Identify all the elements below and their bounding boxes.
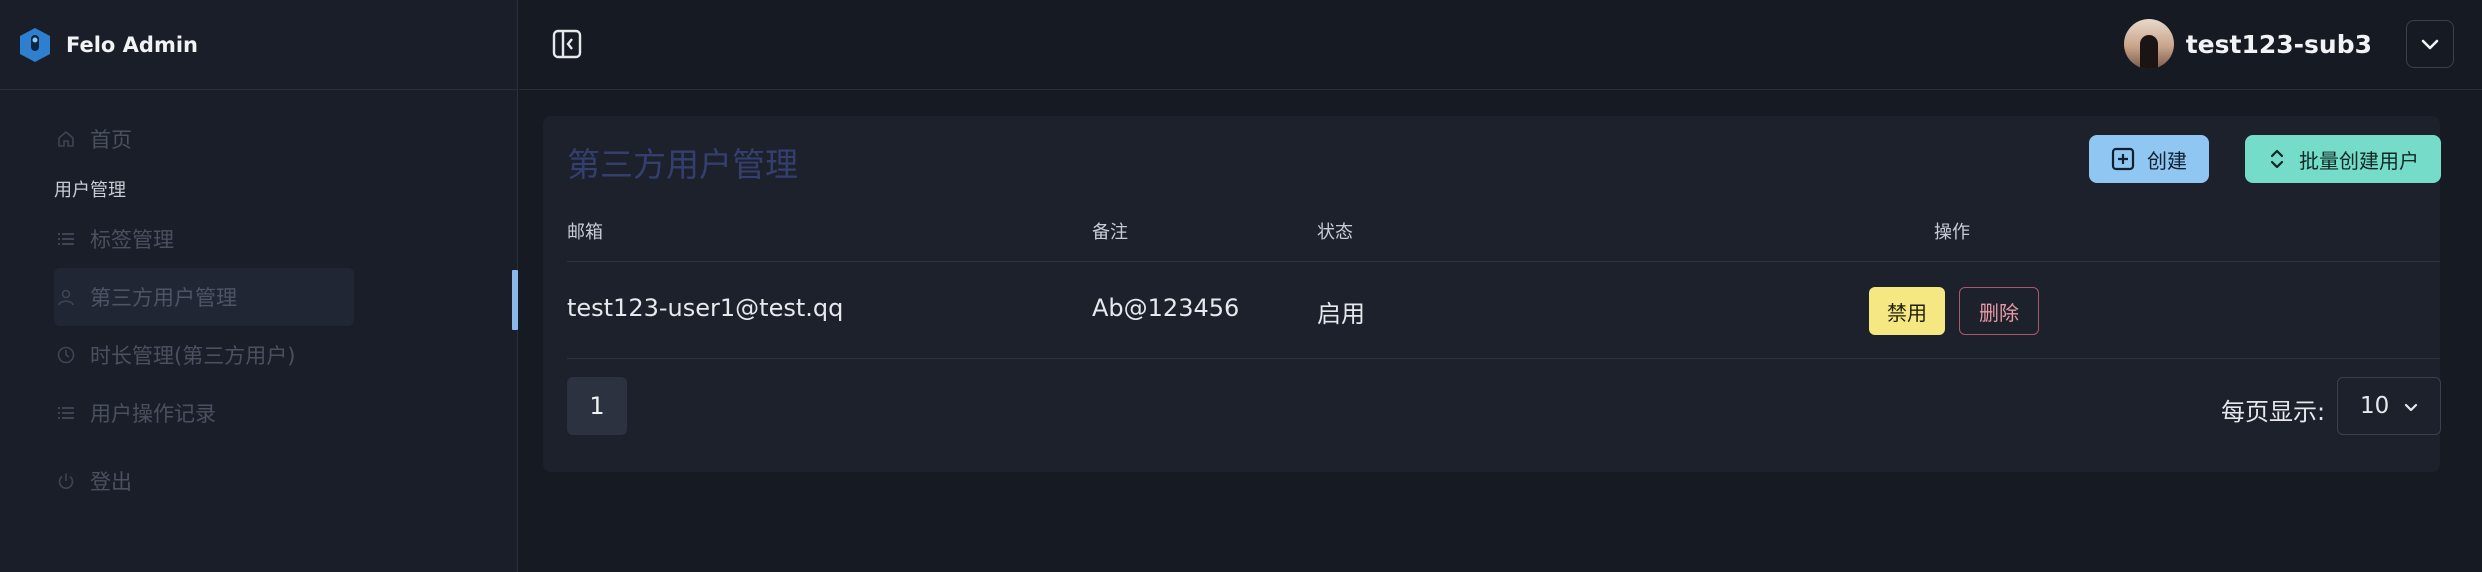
table-header-divider [567,261,2440,262]
clock-icon [56,345,76,365]
per-page-value: 10 [2360,393,2390,419]
brand-name: Felo Admin [66,32,198,57]
batch-create-button[interactable]: 批量创建用户 [2245,135,2441,183]
sidebar-item-duration-management[interactable]: 时长管理(第三方用户) [54,326,354,384]
sidebar-item-label: 首页 [90,128,132,152]
create-button-label: 创建 [2147,148,2187,173]
top-header: test123-sub3 [519,0,2482,90]
chevron-down-icon [2402,398,2420,416]
delete-button[interactable]: 删除 [1959,287,2039,335]
chevron-up-down-icon [2267,147,2287,171]
home-icon [56,129,76,149]
sidebar-collapse-icon [552,29,582,59]
sidebar-item-logout[interactable]: 登出 [54,452,354,510]
column-header-actions: 操作 [1934,222,1970,243]
list-icon [56,403,76,423]
avatar [2123,19,2174,69]
sidebar-item-third-party-users[interactable]: 第三方用户管理 [54,268,354,326]
felo-logo-icon [20,27,50,62]
brand[interactable]: Felo Admin [0,0,517,90]
sidebar-item-label: 时长管理(第三方用户) [90,344,296,368]
user-management-card: 第三方用户管理 创建 批量创建用户 邮箱 备注 状态 操作 test123-us… [543,116,2441,472]
column-header-email: 邮箱 [567,222,603,243]
username: test123-sub3 [2185,29,2372,59]
sidebar-nav: 首页 用户管理 标签管理 第三方用户管理 时长管理(第三方用户) 用户操作记录 [54,110,354,510]
plus-square-icon [2111,147,2135,171]
per-page-label: 每页显示: [2221,398,2326,426]
user-menu[interactable]: test123-sub3 [2123,18,2372,70]
pagination-page-button[interactable]: 1 [567,377,627,435]
sidebar-item-home[interactable]: 首页 [54,110,354,168]
sidebar-item-label: 用户操作记录 [90,402,216,426]
list-icon [56,229,76,249]
sidebar-item-label: 登出 [90,470,132,494]
sidebar-item-label: 第三方用户管理 [90,286,237,310]
cell-note: Ab@123456 [1092,294,1240,322]
user-icon [56,287,76,307]
power-icon [56,471,76,491]
per-page-select[interactable]: 10 [2337,377,2441,435]
sidebar-item-tag-management[interactable]: 标签管理 [54,210,354,268]
table-row-divider [567,358,2440,359]
chevron-down-icon [2421,39,2439,50]
create-button[interactable]: 创建 [2089,135,2209,183]
sidebar-scrollbar[interactable] [512,270,518,330]
batch-create-button-label: 批量创建用户 [2299,148,2419,173]
column-header-note: 备注 [1092,222,1128,243]
column-header-status: 状态 [1317,222,1353,243]
cell-email: test123-user1@test.qq [567,294,844,322]
sidebar-item-operation-logs[interactable]: 用户操作记录 [54,384,354,442]
cell-status: 启用 [1317,300,1365,328]
sidebar: Felo Admin 首页 用户管理 标签管理 第三方用户管理 时长管理(第三方… [0,0,518,572]
sidebar-item-label: 标签管理 [90,228,174,252]
sidebar-section-user-management: 用户管理 [54,180,126,201]
page-title: 第三方用户管理 [567,145,798,184]
disable-button[interactable]: 禁用 [1869,287,1945,335]
sidebar-toggle-button[interactable] [551,28,583,60]
user-dropdown-button[interactable] [2406,20,2454,68]
